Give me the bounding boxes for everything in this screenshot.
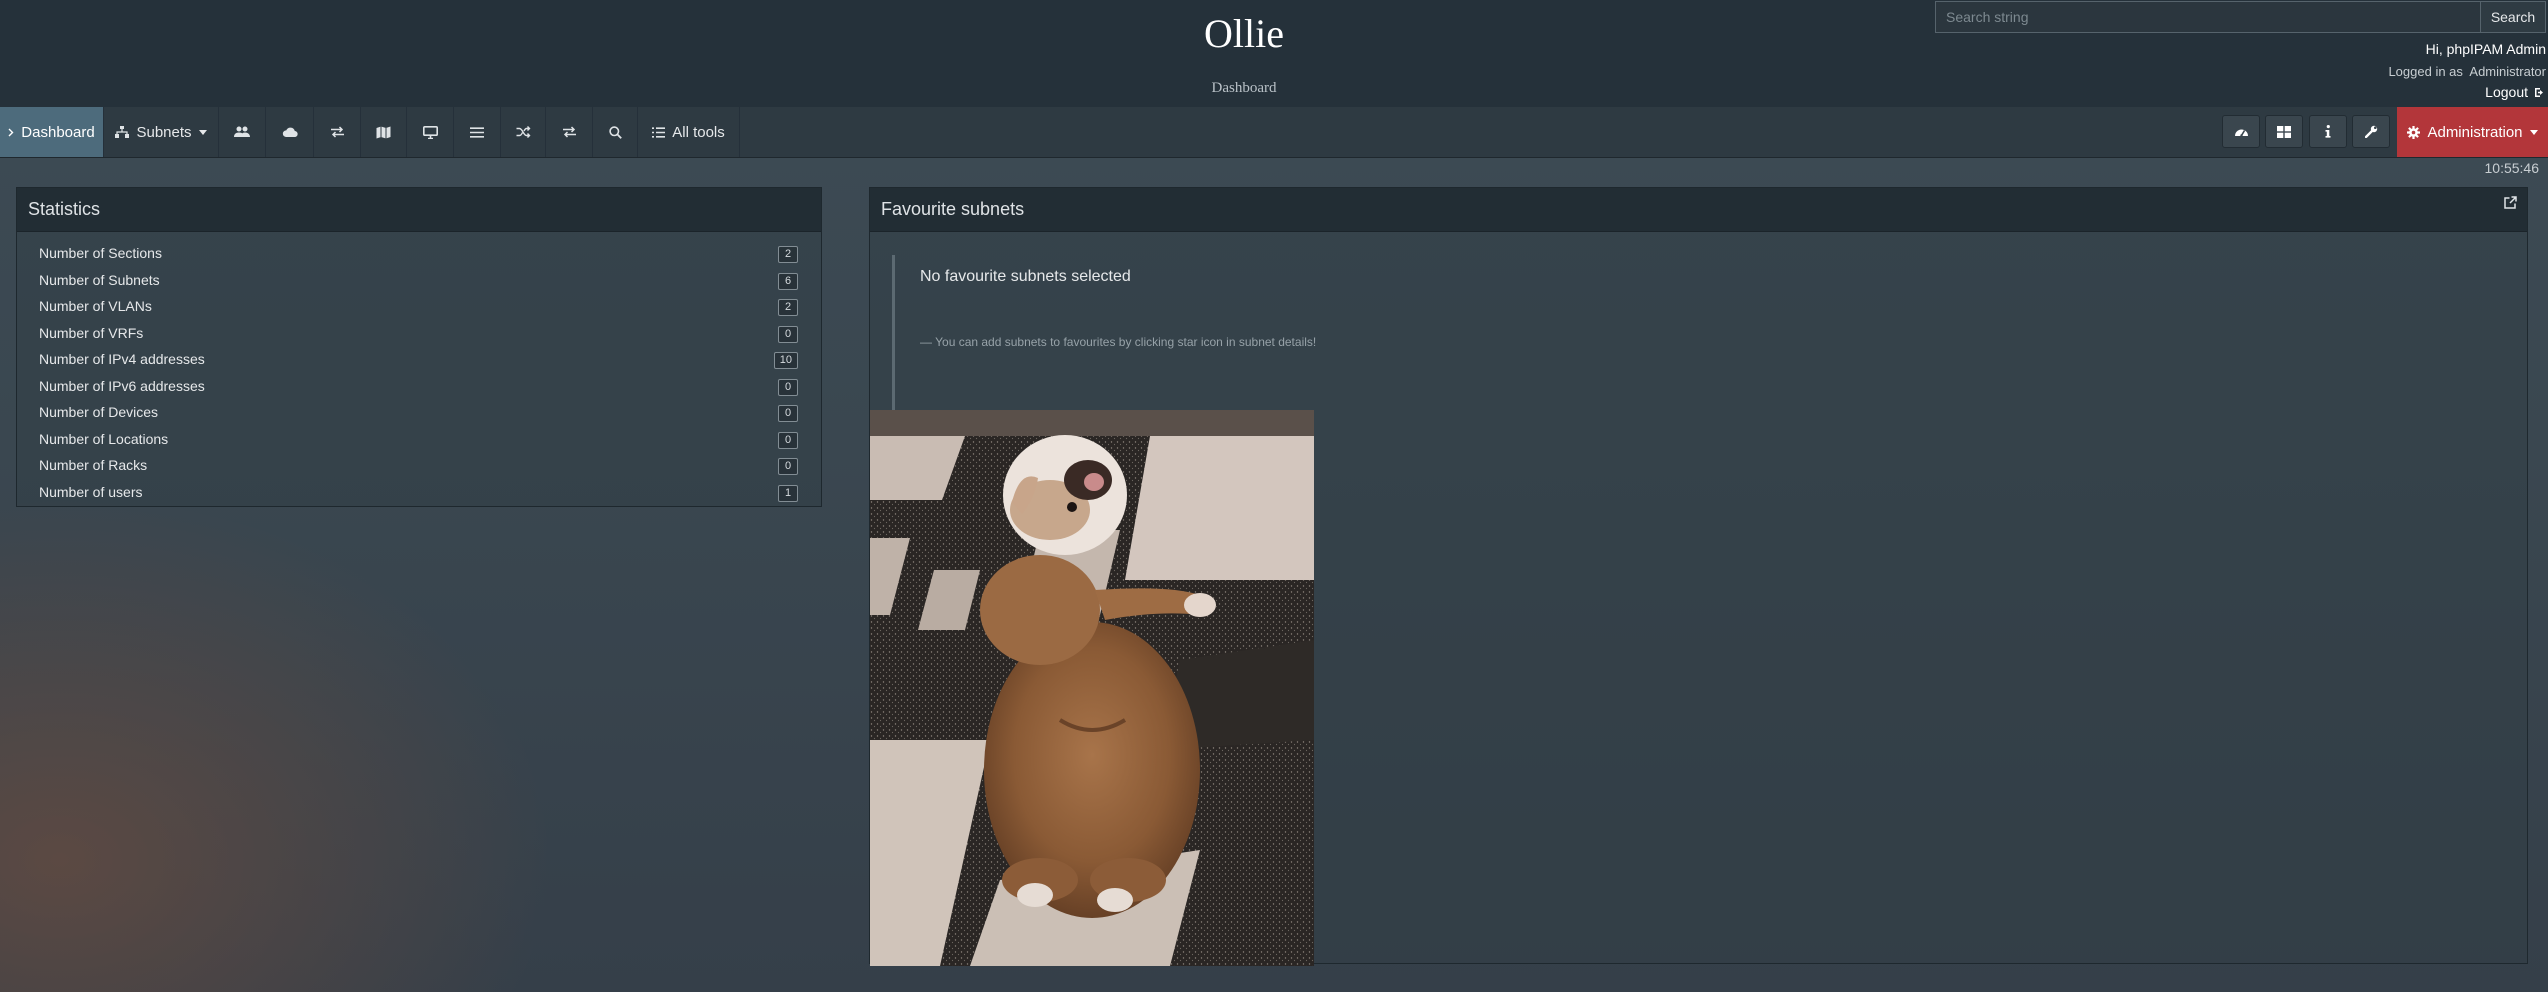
nav-random[interactable] <box>501 107 546 157</box>
main-navbar: Dashboard Subnets All tools Administrati… <box>0 107 2548 158</box>
sign-out-icon <box>2535 87 2543 97</box>
statistics-row: Number of Sections 2 <box>17 241 821 267</box>
nav-exchange-2[interactable] <box>546 107 593 157</box>
users-icon <box>234 126 250 137</box>
nav-all-tools[interactable]: All tools <box>638 107 740 157</box>
external-link-icon[interactable] <box>2504 196 2517 209</box>
info-button[interactable] <box>2309 115 2347 148</box>
statistics-title: Statistics <box>17 188 821 232</box>
logout-label: Logout <box>2485 84 2528 100</box>
statistics-row-label: Number of Subnets <box>39 271 160 288</box>
statistics-count-badge: 0 <box>778 378 798 396</box>
logout-link[interactable]: Logout <box>2485 84 2546 100</box>
favourites-hint: — You can add subnets to favourites by c… <box>920 335 1317 349</box>
search-input[interactable] <box>1935 1 2481 33</box>
nav-all-tools-label: All tools <box>672 123 725 141</box>
chevron-down-icon <box>198 129 207 135</box>
nav-dashboard[interactable]: Dashboard <box>0 107 104 157</box>
grid-icon <box>2277 125 2291 138</box>
statistics-row-label: Number of VLANs <box>39 298 152 314</box>
nav-map[interactable] <box>361 107 407 157</box>
statistics-row: Number of IPv6 addresses 0 <box>17 374 821 400</box>
favourites-empty-title: No favourite subnets selected <box>920 268 1131 285</box>
sitemap-icon <box>115 126 130 138</box>
dashboard-button[interactable] <box>2222 115 2260 148</box>
statistics-count-badge: 1 <box>778 484 798 502</box>
dashboard-icon <box>2234 129 2248 137</box>
search-button[interactable]: Search <box>2480 1 2546 33</box>
random-icon <box>516 126 530 138</box>
favourite-subnets-title: Favourite subnets <box>881 199 1025 219</box>
statistics-row: Number of Subnets 6 <box>17 268 821 294</box>
header: Ollie Dashboard Search Hi, phpIPAM Admin… <box>0 0 2548 107</box>
statistics-count-badge: 0 <box>778 405 798 422</box>
exchange-icon <box>330 126 344 138</box>
administration-label: Administration <box>2427 123 2523 141</box>
statistics-row-label: Number of VRFs <box>39 324 144 341</box>
statistics-count-badge: 2 <box>778 246 798 263</box>
statistics-row: Number of IPv4 addresses 10 <box>17 347 821 373</box>
settings-button[interactable] <box>2352 115 2390 148</box>
statistics-row: Number of Devices 0 <box>17 400 821 426</box>
statistics-row-label: Number of users <box>39 483 143 500</box>
statistics-row: Number of VLANs 2 <box>17 294 821 320</box>
statistics-row: Number of Racks 0 <box>17 453 821 479</box>
info-icon <box>2325 125 2331 138</box>
statistics-row-label: Number of Locations <box>39 430 169 447</box>
favourite-subnets-panel: Favourite subnets No favourite subnets s… <box>869 187 2528 966</box>
statistics-count-badge: 2 <box>778 299 798 316</box>
nav-exchange[interactable] <box>314 107 361 157</box>
gear-icon <box>2407 125 2421 139</box>
administration-menu[interactable]: Administration <box>2397 107 2548 157</box>
wrench-icon <box>2364 125 2377 138</box>
nav-subnets-label: Subnets <box>136 123 192 141</box>
favourite-subnets-heading: Favourite subnets <box>870 188 2527 232</box>
favourites-empty-notice: No favourite subnets selected — You can … <box>892 255 1495 413</box>
nav-cloud[interactable] <box>266 107 314 157</box>
statistics-row-label: Number of IPv4 addresses <box>39 351 205 367</box>
widgets-button[interactable] <box>2265 115 2303 148</box>
nav-devices[interactable] <box>407 107 454 157</box>
nav-users[interactable] <box>219 107 266 157</box>
statistics-row: Number of VRFs 0 <box>17 321 821 347</box>
nav-dashboard-label: Dashboard <box>21 123 95 141</box>
statistics-row-label: Number of Racks <box>39 457 148 473</box>
statistics-count-badge: 6 <box>778 272 798 290</box>
statistics-count-badge: 0 <box>778 431 798 449</box>
dog-photo <box>870 410 1314 966</box>
statistics-panel: Statistics Number of Sections 2 Number of … <box>16 187 822 507</box>
exchange-icon <box>562 126 576 138</box>
map-icon <box>376 126 391 138</box>
chevron-right-icon <box>8 128 14 136</box>
statistics-row-label: Number of Devices <box>39 404 159 420</box>
user-greeting: Hi, phpIPAM Admin <box>2425 41 2546 57</box>
statistics-count-badge: 0 <box>778 325 798 343</box>
list-icon <box>652 126 666 138</box>
statistics-count-badge: 0 <box>778 458 798 475</box>
nav-subnets[interactable]: Subnets <box>104 107 219 157</box>
statistics-count-badge: 10 <box>773 352 798 369</box>
chevron-down-icon <box>2529 129 2538 135</box>
nav-search[interactable] <box>593 107 638 157</box>
list-icon <box>470 126 484 138</box>
nav-list[interactable] <box>454 107 501 157</box>
statistics-row-label: Number of Sections <box>39 245 162 261</box>
search-icon <box>608 125 622 139</box>
cloud-icon <box>282 127 298 137</box>
clock: 10:55:46 <box>2484 160 2540 176</box>
site-subtitle: Dashboard <box>1211 80 1277 96</box>
statistics-row: Number of Locations 0 <box>17 427 821 453</box>
user-role: Logged in as Administrator <box>2388 64 2546 79</box>
statistics-row-label: Number of IPv6 addresses <box>39 377 205 394</box>
desktop-icon <box>422 125 438 139</box>
statistics-row: Number of users 1 <box>17 480 821 506</box>
